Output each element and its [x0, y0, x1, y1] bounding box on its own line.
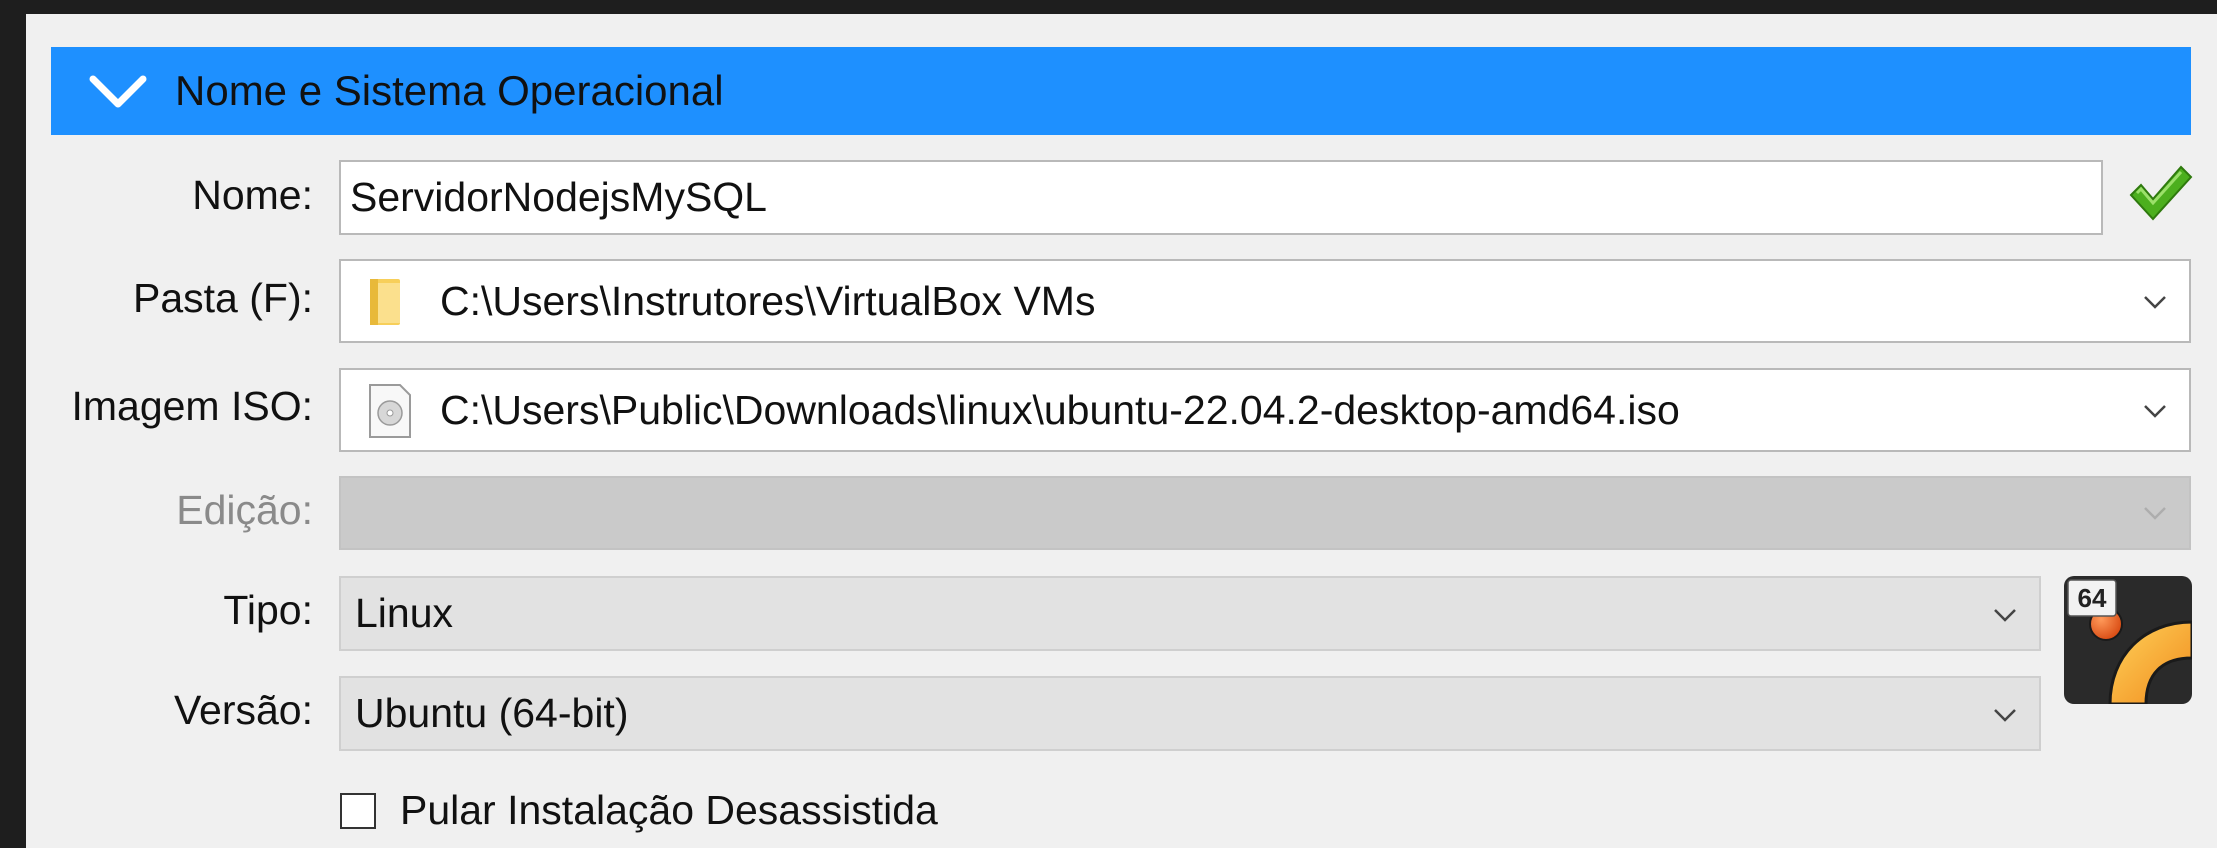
iso-path: C:\Users\Public\Downloads\linux\ubuntu-2…	[440, 387, 1680, 433]
skip-unattended-label[interactable]: Pular Instalação Desassistida	[400, 787, 938, 834]
folder-label-wrap: Pasta (F):	[0, 275, 313, 325]
edition-label-wrap: Edição:	[0, 487, 313, 537]
section-title: Nome e Sistema Operacional	[175, 67, 724, 114]
chevron-down-icon[interactable]	[1993, 608, 2017, 622]
section-header-name-os[interactable]: Nome e Sistema Operacional	[51, 47, 2191, 135]
edition-select	[339, 476, 2191, 550]
iso-label-wrap: Imagem ISO:	[0, 383, 313, 433]
iso-label: Imagem ISO:	[71, 383, 313, 429]
ubuntu-logo-icon: 64	[2064, 576, 2194, 706]
check-icon	[2129, 165, 2193, 221]
version-label: Versão:	[173, 687, 313, 733]
chevron-down-icon	[2144, 507, 2166, 520]
skip-unattended-checkbox[interactable]	[340, 793, 376, 829]
folder-select[interactable]: C:\Users\Instrutores\VirtualBox VMs	[339, 259, 2191, 343]
folder-label: Pasta (F):	[133, 275, 313, 321]
chevron-down-icon[interactable]	[2143, 295, 2167, 309]
type-select[interactable]: Linux	[339, 576, 2041, 651]
edition-label: Edição:	[176, 487, 313, 533]
version-label-wrap: Versão:	[0, 687, 313, 737]
name-label: Nome:	[192, 172, 313, 218]
version-select[interactable]: Ubuntu (64-bit)	[339, 676, 2041, 751]
chevron-down-icon	[89, 75, 147, 108]
name-input-value: ServidorNodejsMySQL	[350, 174, 767, 220]
version-value: Ubuntu (64-bit)	[355, 690, 629, 736]
disc-image-icon	[369, 384, 411, 438]
chevron-down-icon[interactable]	[2143, 404, 2167, 418]
os-logo-badge: 64	[2078, 583, 2107, 613]
iso-select[interactable]: C:\Users\Public\Downloads\linux\ubuntu-2…	[339, 368, 2191, 452]
folder-icon	[370, 279, 400, 325]
type-label-wrap: Tipo:	[0, 587, 313, 637]
type-value: Linux	[355, 590, 454, 636]
chevron-down-icon[interactable]	[1993, 708, 2017, 722]
os-logo: 64	[2064, 576, 2194, 706]
name-input[interactable]: ServidorNodejsMySQL	[339, 160, 2103, 235]
name-label-wrap: Nome:	[0, 172, 313, 222]
folder-path: C:\Users\Instrutores\VirtualBox VMs	[440, 278, 1096, 324]
type-label: Tipo:	[223, 587, 313, 633]
